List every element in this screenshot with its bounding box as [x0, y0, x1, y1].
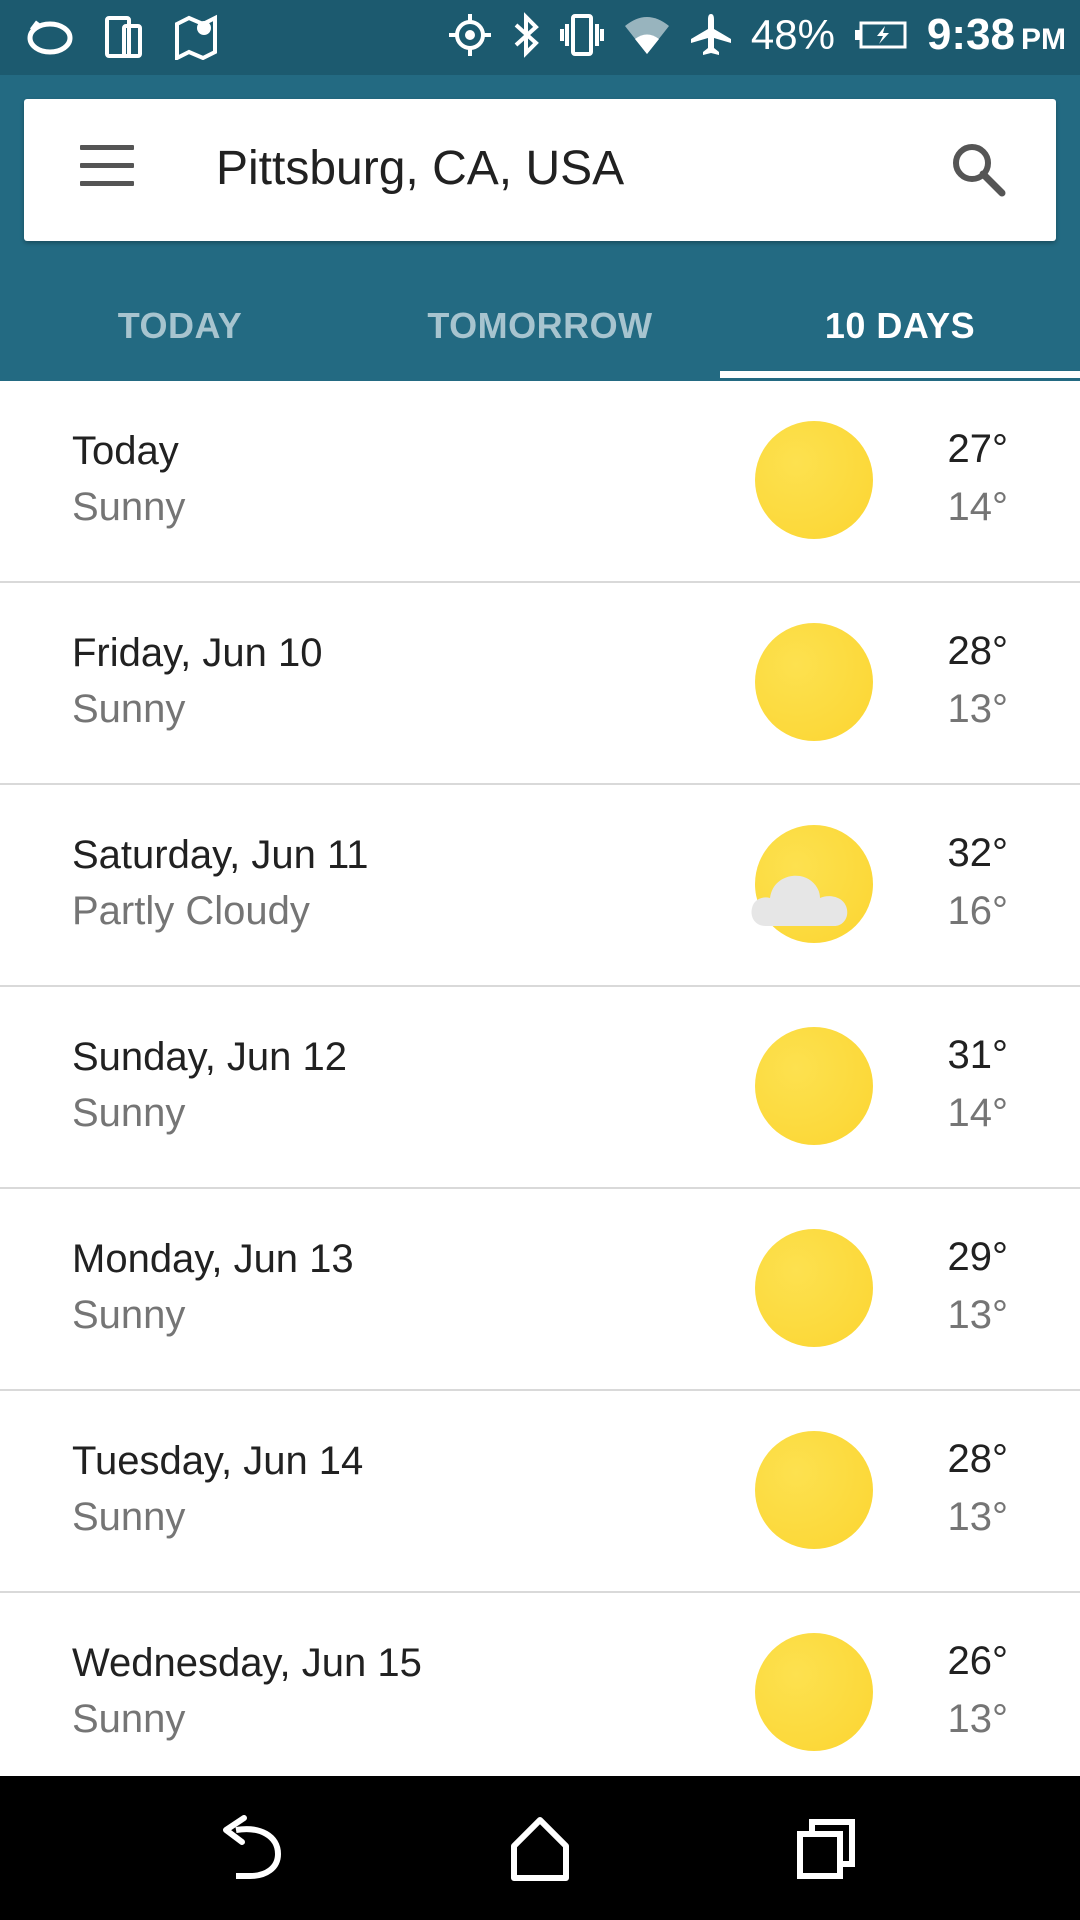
forecast-condition: Sunny — [72, 1091, 186, 1135]
forecast-condition: Sunny — [72, 1697, 186, 1741]
forecast-low: 13° — [947, 1495, 1009, 1539]
tab-bar: TODAY TOMORROW 10 DAYS — [0, 271, 1080, 381]
clock-time: 9:38 — [926, 10, 1015, 59]
forecast-low: 14° — [947, 485, 1009, 529]
location-text[interactable]: Pittsburg, CA, USA — [216, 141, 624, 196]
forecast-high: 28° — [947, 629, 1009, 673]
forecast-low: 13° — [947, 687, 1009, 731]
tab-indicator — [720, 371, 1080, 378]
forecast-low: 14° — [947, 1091, 1009, 1135]
sun-icon — [752, 418, 876, 542]
forecast-day: Monday, Jun 13 — [72, 1237, 354, 1281]
sun-icon — [752, 1024, 876, 1148]
phone-tablet-icon — [105, 16, 142, 58]
status-bar: 48% 9:38 PM — [0, 0, 1080, 75]
forecast-low: 16° — [947, 889, 1009, 933]
clock-ampm: PM — [1021, 23, 1066, 56]
forecast-high: 28° — [947, 1437, 1009, 1481]
forecast-row[interactable]: Monday, Jun 13 Sunny 29° 13° — [0, 1189, 1080, 1391]
forecast-day: Sunday, Jun 12 — [72, 1035, 348, 1079]
app-bar: Pittsburg, CA, USA TODAY TOMORROW 10 DAY… — [0, 75, 1080, 381]
battery-percent: 48% — [750, 11, 835, 58]
forecast-row[interactable]: Friday, Jun 10 Sunny 28° 13° — [0, 583, 1080, 785]
tab-10-days[interactable]: 10 DAYS — [720, 271, 1080, 381]
forecast-row[interactable]: Today Sunny 27° 14° — [0, 381, 1080, 583]
partly-cloudy-icon — [751, 822, 876, 946]
forecast-high: 31° — [947, 1033, 1009, 1077]
tab-tomorrow[interactable]: TOMORROW — [360, 271, 720, 381]
recents-icon[interactable] — [786, 1808, 866, 1888]
bluetooth-icon — [514, 12, 539, 58]
back-icon[interactable] — [214, 1808, 294, 1888]
forecast-high: 32° — [947, 831, 1009, 875]
maps-icon — [175, 14, 217, 60]
navigation-bar — [0, 1776, 1080, 1920]
forecast-day: Saturday, Jun 11 — [72, 833, 369, 877]
search-icon[interactable] — [948, 139, 1008, 199]
clock: 9:38 PM — [927, 10, 1066, 60]
location-search-box[interactable]: Pittsburg, CA, USA — [24, 99, 1056, 241]
forecast-high: 26° — [947, 1639, 1009, 1683]
forecast-day: Today — [72, 429, 179, 473]
forecast-low: 13° — [947, 1697, 1009, 1741]
vibrate-icon — [559, 14, 604, 56]
sun-icon — [752, 620, 876, 744]
forecast-row[interactable]: Sunday, Jun 12 Sunny 31° 14° — [0, 987, 1080, 1189]
home-icon[interactable] — [500, 1808, 580, 1888]
tab-today[interactable]: TODAY — [0, 271, 360, 381]
forecast-day: Wednesday, Jun 15 — [72, 1641, 422, 1685]
forecast-condition: Sunny — [72, 1293, 186, 1337]
menu-icon[interactable] — [80, 145, 140, 193]
forecast-high: 27° — [947, 427, 1009, 471]
forecast-row[interactable]: Saturday, Jun 11 Partly Cloudy 32° 16° — [0, 785, 1080, 987]
forecast-day: Tuesday, Jun 14 — [72, 1439, 364, 1483]
forecast-high: 29° — [947, 1235, 1009, 1279]
forecast-condition: Sunny — [72, 1495, 186, 1539]
sun-icon — [752, 1428, 876, 1552]
battery-charging-icon — [854, 21, 907, 49]
sun-icon — [752, 1226, 876, 1350]
forecast-condition: Sunny — [72, 687, 186, 731]
wifi-icon — [624, 17, 669, 54]
sun-icon — [752, 1630, 876, 1754]
forecast-row[interactable]: Tuesday, Jun 14 Sunny 28° 13° — [0, 1391, 1080, 1593]
airplane-icon — [690, 14, 731, 55]
forecast-condition: Sunny — [72, 485, 186, 529]
forecast-row[interactable]: Wednesday, Jun 15 Sunny 26° 13° — [0, 1593, 1080, 1776]
forecast-list[interactable]: Today Sunny 27° 14° Friday, Jun 10 Sunny… — [0, 381, 1080, 1776]
location-target-icon — [448, 14, 491, 56]
forecast-condition: Partly Cloudy — [72, 889, 310, 933]
forecast-low: 13° — [947, 1293, 1009, 1337]
sync-icon — [27, 20, 73, 55]
forecast-day: Friday, Jun 10 — [72, 631, 323, 675]
